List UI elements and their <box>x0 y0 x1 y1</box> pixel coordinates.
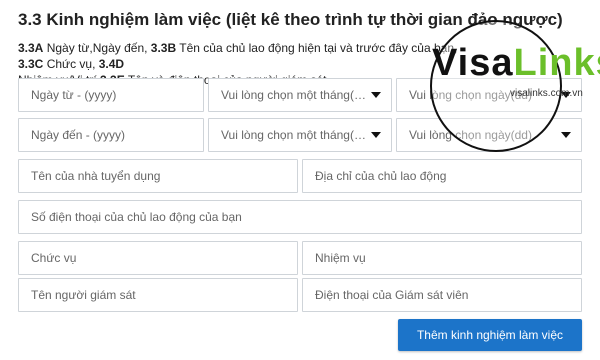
date-from-month-label: Vui lòng chọn một tháng(MM) <box>221 88 371 102</box>
watermark-logo: VisaLinks <box>432 42 600 85</box>
employer-phone-input[interactable]: Số điện thoại của chủ lao động của bạn <box>18 200 582 234</box>
chevron-down-icon <box>371 92 381 98</box>
section-title: 3.3 Kinh nghiệm làm việc (liệt kê theo t… <box>18 10 563 29</box>
employer-name-input[interactable]: Tên của nhà tuyển dụng <box>18 159 298 193</box>
desc-text-3: Chức vụ, <box>43 57 99 71</box>
watermark-circle <box>430 20 562 152</box>
chevron-down-icon <box>371 132 381 138</box>
code-3-3b: 3.3B <box>150 41 177 55</box>
date-to-year-placeholder: Ngày đến - (yyyy) <box>31 128 126 142</box>
duties-placeholder: Nhiệm vụ <box>315 251 366 265</box>
code-3-3a: 3.3A <box>18 41 44 55</box>
date-from-year-placeholder: Ngày từ - (yyyy) <box>31 88 117 102</box>
supervisor-name-input[interactable]: Tên người giám sát <box>18 278 298 312</box>
duties-input[interactable]: Nhiệm vụ <box>302 241 582 275</box>
supervisor-name-placeholder: Tên người giám sát <box>31 288 136 302</box>
desc-text-1: Ngày từ,Ngày đến, <box>43 41 151 55</box>
add-work-experience-button[interactable]: Thêm kinh nghiệm làm việc <box>398 319 582 351</box>
supervisor-phone-placeholder: Điện thoại của Giám sát viên <box>315 288 469 302</box>
date-from-year-input[interactable]: Ngày từ - (yyyy) <box>18 78 204 112</box>
position-input[interactable]: Chức vụ <box>18 241 298 275</box>
chevron-down-icon <box>561 132 571 138</box>
date-to-month-select[interactable]: Vui lòng chọn một tháng(MM) <box>208 118 392 152</box>
desc-text-2: Tên của chủ lao động hiện tại và trước đ… <box>176 41 458 55</box>
watermark-brand-b: Links <box>513 42 600 84</box>
supervisor-phone-input[interactable]: Điện thoại của Giám sát viên <box>302 278 582 312</box>
date-to-year-input[interactable]: Ngày đến - (yyyy) <box>18 118 204 152</box>
employer-name-placeholder: Tên của nhà tuyển dụng <box>31 169 161 183</box>
watermark-url: visalinks.com.vn <box>510 88 583 99</box>
employer-address-placeholder: Địa chỉ của chủ lao động <box>315 169 447 183</box>
date-to-month-label: Vui lòng chọn một tháng(MM) <box>221 128 371 142</box>
code-3-3c: 3.3C <box>18 57 44 71</box>
employer-phone-placeholder: Số điện thoại của chủ lao động của bạn <box>31 210 242 224</box>
position-placeholder: Chức vụ <box>31 251 77 265</box>
watermark-brand-a: Visa <box>432 42 514 84</box>
employer-address-input[interactable]: Địa chỉ của chủ lao động <box>302 159 582 193</box>
code-3-4d: 3.4D <box>98 57 125 71</box>
date-from-month-select[interactable]: Vui lòng chọn một tháng(MM) <box>208 78 392 112</box>
